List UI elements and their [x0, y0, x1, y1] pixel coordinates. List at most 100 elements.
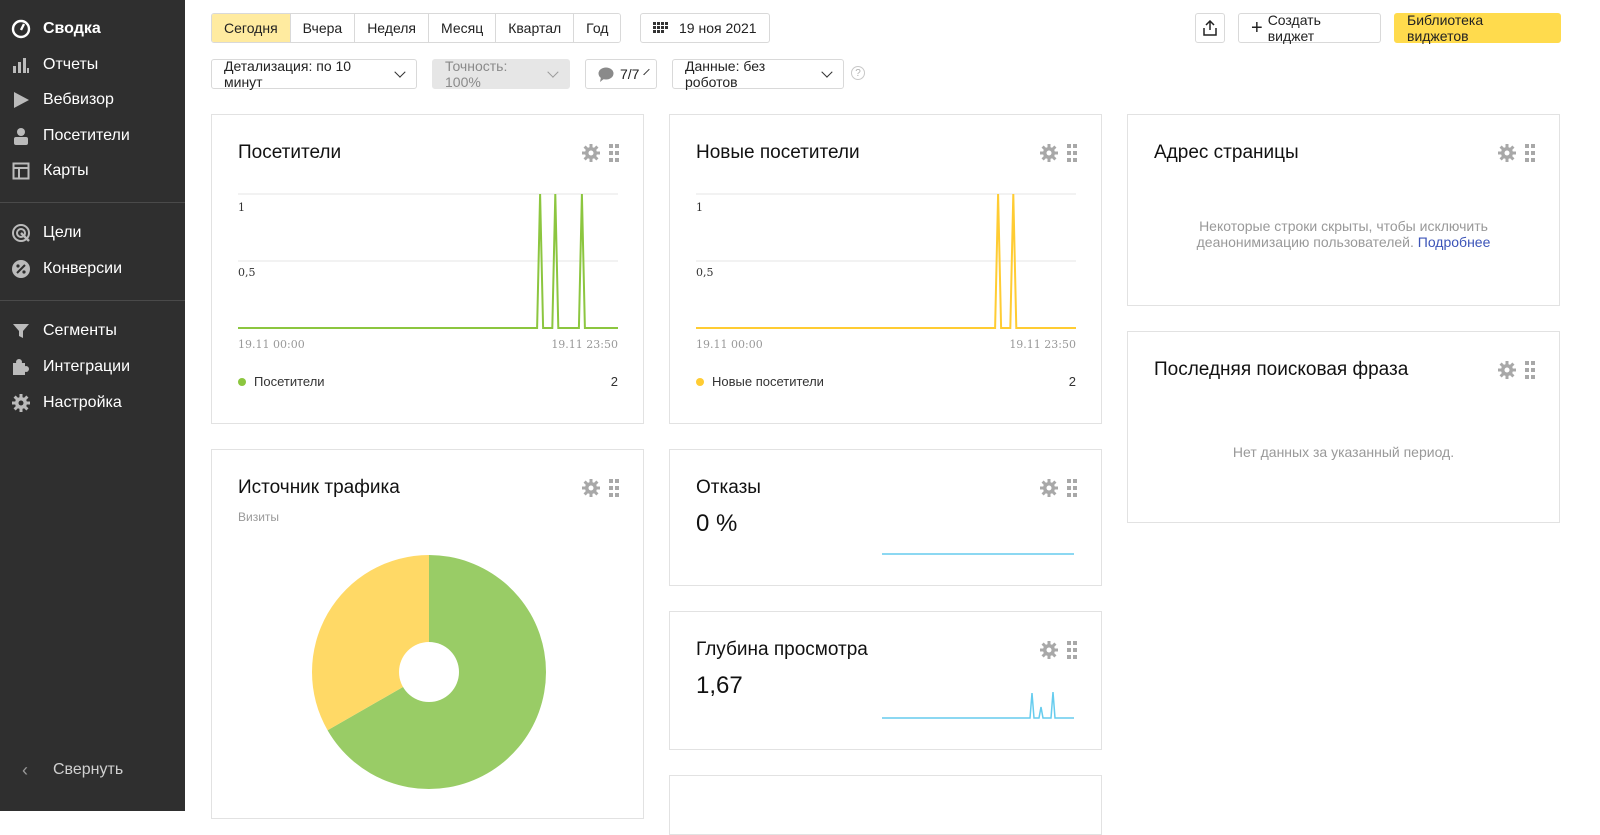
help-icon[interactable]: ?	[851, 66, 865, 80]
data-filter-label: Данные: без роботов	[685, 58, 766, 90]
y-tick-label: 1	[696, 201, 703, 214]
sidebar-item-webvisor[interactable]: Вебвизор	[0, 85, 185, 115]
chart-legend: Посетители	[238, 374, 325, 389]
widget-title: Отказы	[696, 477, 761, 498]
last-search-phrase-widget: Последняя поисковая фраза Нет данных за …	[1127, 331, 1560, 523]
calendar-icon	[653, 22, 669, 34]
bounce-rate-value: 0 %	[696, 510, 738, 537]
x-tick-label: 19.11 00:00	[238, 338, 305, 351]
drag-handle-icon[interactable]	[1525, 144, 1535, 167]
visitors-widget: Посетители 1 0,5 19.11 00:00 19.11 23:50 По…	[211, 114, 644, 424]
chart-legend: Новые посетители	[696, 374, 824, 389]
privacy-message-line1: Некоторые строки скрыты, чтобы исключить	[1199, 218, 1488, 234]
privacy-message-line2: деанонимизацию пользователей. Подробнее	[1128, 234, 1559, 250]
sparkline-line	[882, 691, 1074, 719]
bounces-widget: Отказы 0 %	[669, 449, 1102, 586]
export-button[interactable]	[1195, 13, 1225, 43]
gear-icon[interactable]	[1039, 640, 1059, 665]
period-year-button[interactable]: Год	[574, 14, 621, 42]
drag-handle-icon[interactable]	[1067, 479, 1077, 502]
sidebar-item-visitors[interactable]: Посетители	[0, 121, 185, 151]
data-filter-dropdown[interactable]: Данные: без роботов	[672, 58, 844, 90]
no-data-message: Нет данных за указанный период.	[1232, 444, 1455, 460]
accuracy-dropdown[interactable]: Точность: 100%	[432, 58, 570, 90]
legend-label: Новые посетители	[712, 374, 824, 389]
legend-dot	[238, 377, 246, 386]
detail-dropdown[interactable]: Детализация: по 10 минут	[211, 58, 417, 90]
new-visitors-widget: Новые посетители 1 0,5 19.11 00:00 19.11 23…	[669, 114, 1102, 424]
chevron-down-icon	[547, 65, 559, 78]
sidebar-divider	[0, 202, 185, 203]
gear-icon[interactable]	[1497, 360, 1517, 385]
y-tick-label: 0,5	[696, 266, 714, 279]
period-selector: Сегодня Вчера Неделя Месяц Квартал Год	[211, 13, 622, 43]
sidebar-item-label: Вебвизор	[43, 91, 114, 108]
traffic-pie-chart	[312, 555, 546, 789]
date-label: 19 ноя 2021	[679, 20, 757, 36]
bounce-sparkline	[882, 553, 1074, 555]
create-widget-label: Создать виджет	[1267, 12, 1321, 44]
widget-tools	[1039, 478, 1077, 503]
sidebar-item-integrations[interactable]: Интеграции	[0, 352, 185, 382]
target-icon	[11, 223, 31, 243]
filter-icon	[11, 321, 31, 341]
sidebar-item-goals[interactable]: Цели	[0, 218, 185, 248]
donut-hole	[399, 642, 459, 702]
sidebar-item-label: Конверсии	[43, 260, 123, 277]
sidebar-item-label: Цели	[43, 224, 82, 241]
sidebar-item-label: Отчеты	[43, 56, 99, 73]
sidebar-item-label: Посетители	[43, 127, 130, 144]
legend-total: 2	[610, 374, 618, 389]
sidebar-item-label: Настройка	[43, 394, 122, 411]
visitors-chart: 1 0,5 19.11 00:00 19.11 23:50	[238, 193, 618, 351]
legend-total: 2	[1068, 374, 1076, 389]
x-tick-label: 19.11 00:00	[696, 338, 763, 351]
sidebar-item-summary[interactable]: Сводка	[0, 14, 185, 44]
widget-title: Последняя поисковая фраза	[1154, 359, 1409, 380]
gear-icon[interactable]	[1497, 143, 1517, 168]
legend-label: Посетители	[254, 374, 325, 389]
gear-icon[interactable]	[1039, 478, 1059, 503]
widget-library-button[interactable]: Библиотека виджетов	[1394, 12, 1561, 44]
page-depth-value: 1,67	[696, 672, 743, 699]
period-month-button[interactable]: Месяц	[429, 14, 497, 42]
collapse-sidebar-button[interactable]: ‹ Свернуть	[0, 755, 185, 785]
legend-dot	[696, 377, 704, 386]
bar-chart-icon	[11, 55, 31, 75]
accuracy-label: Точность: 100%	[445, 58, 508, 90]
widget-title: Глубина просмотра	[696, 639, 868, 660]
widget-tools	[1039, 640, 1077, 665]
partial-widget	[669, 775, 1102, 835]
chevron-down-icon	[821, 65, 833, 78]
detail-label: Детализация: по 10 минут	[224, 58, 352, 90]
period-today-button[interactable]: Сегодня	[212, 14, 291, 42]
sidebar-item-settings[interactable]: Настройка	[0, 388, 185, 418]
sidebar-item-label: Интеграции	[43, 358, 131, 375]
period-week-button[interactable]: Неделя	[355, 14, 430, 42]
create-widget-button[interactable]: + Создать виджет	[1238, 12, 1381, 44]
sidebar-item-label: Сегменты	[43, 322, 117, 339]
widget-tools	[1497, 360, 1535, 385]
sidebar-item-reports[interactable]: Отчеты	[0, 50, 185, 80]
widget-tools	[1497, 143, 1535, 168]
period-yesterday-button[interactable]: Вчера	[290, 14, 356, 42]
period-quarter-button[interactable]: Квартал	[496, 14, 575, 42]
puzzle-icon	[11, 357, 31, 377]
drag-handle-icon[interactable]	[1525, 361, 1535, 384]
drag-handle-icon[interactable]	[1067, 641, 1077, 664]
chevron-down-icon	[643, 68, 651, 75]
x-tick-label: 19.11 23:50	[551, 338, 618, 351]
more-link[interactable]: Подробнее	[1418, 234, 1491, 250]
date-picker-button[interactable]: 19 ноя 2021	[640, 13, 770, 43]
play-icon	[11, 90, 31, 110]
sidebar-item-segments[interactable]: Сегменты	[0, 316, 185, 346]
sidebar-item-maps[interactable]: Карты	[0, 156, 185, 186]
chevron-down-icon	[394, 65, 406, 78]
sidebar-item-conversions[interactable]: Конверсии	[0, 254, 185, 284]
sidebar: Сводка Отчеты Вебвизор Посетители Карты …	[0, 0, 185, 811]
segments-dropdown[interactable]: 7/7	[585, 59, 657, 89]
person-icon	[11, 126, 31, 146]
map-layout-icon	[11, 161, 31, 181]
main-content: Сегодня Вчера Неделя Месяц Квартал Год 1…	[185, 0, 1600, 835]
sidebar-item-label: Сводка	[43, 20, 101, 37]
